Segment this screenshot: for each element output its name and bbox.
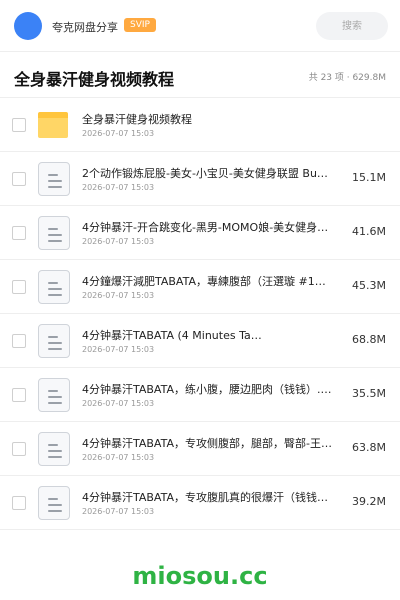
file-date: 2026-07-07 15:03: [82, 237, 155, 246]
select-checkbox[interactable]: [12, 280, 26, 294]
top-bar: 夸克网盘分享 SVIP: [0, 0, 400, 52]
document-icon: [38, 378, 70, 412]
folder-header: 全身暴汗健身视频教程 共 23 项 · 629.8M: [0, 52, 400, 98]
file-size: 15.1M: [352, 171, 386, 184]
folder-meta: 共 23 项 · 629.8M: [308, 73, 386, 83]
file-size: 35.5M: [352, 387, 386, 400]
file-date: 2026-07-07 15:03: [82, 399, 155, 408]
file-name: 4分钟暴汗TABATA，专攻侧腹部，腿部，臀部-王…: [82, 437, 332, 450]
document-icon: [38, 486, 70, 520]
document-icon: [38, 216, 70, 250]
file-list: 全身暴汗健身视频教程 2026-07-07 15:03 2个动作锻炼屁股-美女-…: [0, 98, 400, 530]
file-name: 4分鐘爆汗減肥TABATA，專練腹部（汪選璇 #1…: [82, 275, 326, 288]
list-item[interactable]: 4分钟暴汗TABATA (4 Minutes Ta… 2026-07-07 15…: [0, 314, 400, 368]
folder-icon: [38, 108, 70, 142]
select-checkbox[interactable]: [12, 118, 26, 132]
file-name: 4分钟暴汗-开合跳变化-黑男-MOMO娘-美女健身…: [82, 221, 329, 234]
file-date: 2026-07-07 15:03: [82, 291, 155, 300]
select-checkbox[interactable]: [12, 226, 26, 240]
file-size: 68.8M: [352, 333, 386, 346]
file-size: 39.2M: [352, 495, 386, 508]
select-checkbox[interactable]: [12, 496, 26, 510]
svip-badge: SVIP: [124, 18, 156, 32]
list-item[interactable]: 4分钟暴汗TABATA，练小腹，腰边肥肉（钱钱）.… 2026-07-07 15…: [0, 368, 400, 422]
file-date: 2026-07-07 15:03: [82, 183, 155, 192]
file-name: 4分钟暴汗TABATA (4 Minutes Ta…: [82, 329, 262, 342]
list-item[interactable]: 4分钟暴汗-开合跳变化-黑男-MOMO娘-美女健身… 2026-07-07 15…: [0, 206, 400, 260]
search-input[interactable]: [316, 12, 388, 40]
file-date: 2026-07-07 15:03: [82, 453, 155, 462]
file-date: 2026-07-07 15:03: [82, 507, 155, 516]
document-icon: [38, 324, 70, 358]
page-title: 全身暴汗健身视频教程: [14, 70, 175, 89]
file-date: 2026-07-07 15:03: [82, 345, 155, 354]
document-icon: [38, 432, 70, 466]
document-icon: [38, 162, 70, 196]
file-size: 63.8M: [352, 441, 386, 454]
list-item[interactable]: 2个动作锻炼屁股-美女-小宝贝-美女健身联盟 Bu… 2026-07-07 15…: [0, 152, 400, 206]
file-name: 4分钟暴汗TABATA，专攻腹肌真的很爆汗（钱钱）…: [82, 491, 332, 504]
watermark: miosou.cc: [132, 562, 268, 590]
select-checkbox[interactable]: [12, 442, 26, 456]
user-name: 夸克网盘分享: [52, 21, 118, 34]
list-item[interactable]: 4分鐘爆汗減肥TABATA，專練腹部（汪選璇 #1… 2026-07-07 15…: [0, 260, 400, 314]
document-icon: [38, 270, 70, 304]
file-date: 2026-07-07 15:03: [82, 129, 155, 138]
avatar[interactable]: [14, 12, 42, 40]
select-checkbox[interactable]: [12, 334, 26, 348]
select-checkbox[interactable]: [12, 172, 26, 186]
file-name: 全身暴汗健身视频教程: [82, 113, 192, 126]
file-name: 4分钟暴汗TABATA，练小腹，腰边肥肉（钱钱）.…: [82, 383, 332, 396]
list-item[interactable]: 4分钟暴汗TABATA，专攻侧腹部，腿部，臀部-王… 2026-07-07 15…: [0, 422, 400, 476]
select-checkbox[interactable]: [12, 388, 26, 402]
file-size: 45.3M: [352, 279, 386, 292]
file-size: 41.6M: [352, 225, 386, 238]
file-name: 2个动作锻炼屁股-美女-小宝贝-美女健身联盟 Bu…: [82, 167, 328, 180]
list-item[interactable]: 4分钟暴汗TABATA，专攻腹肌真的很爆汗（钱钱）… 2026-07-07 15…: [0, 476, 400, 530]
list-item-folder[interactable]: 全身暴汗健身视频教程 2026-07-07 15:03: [0, 98, 400, 152]
